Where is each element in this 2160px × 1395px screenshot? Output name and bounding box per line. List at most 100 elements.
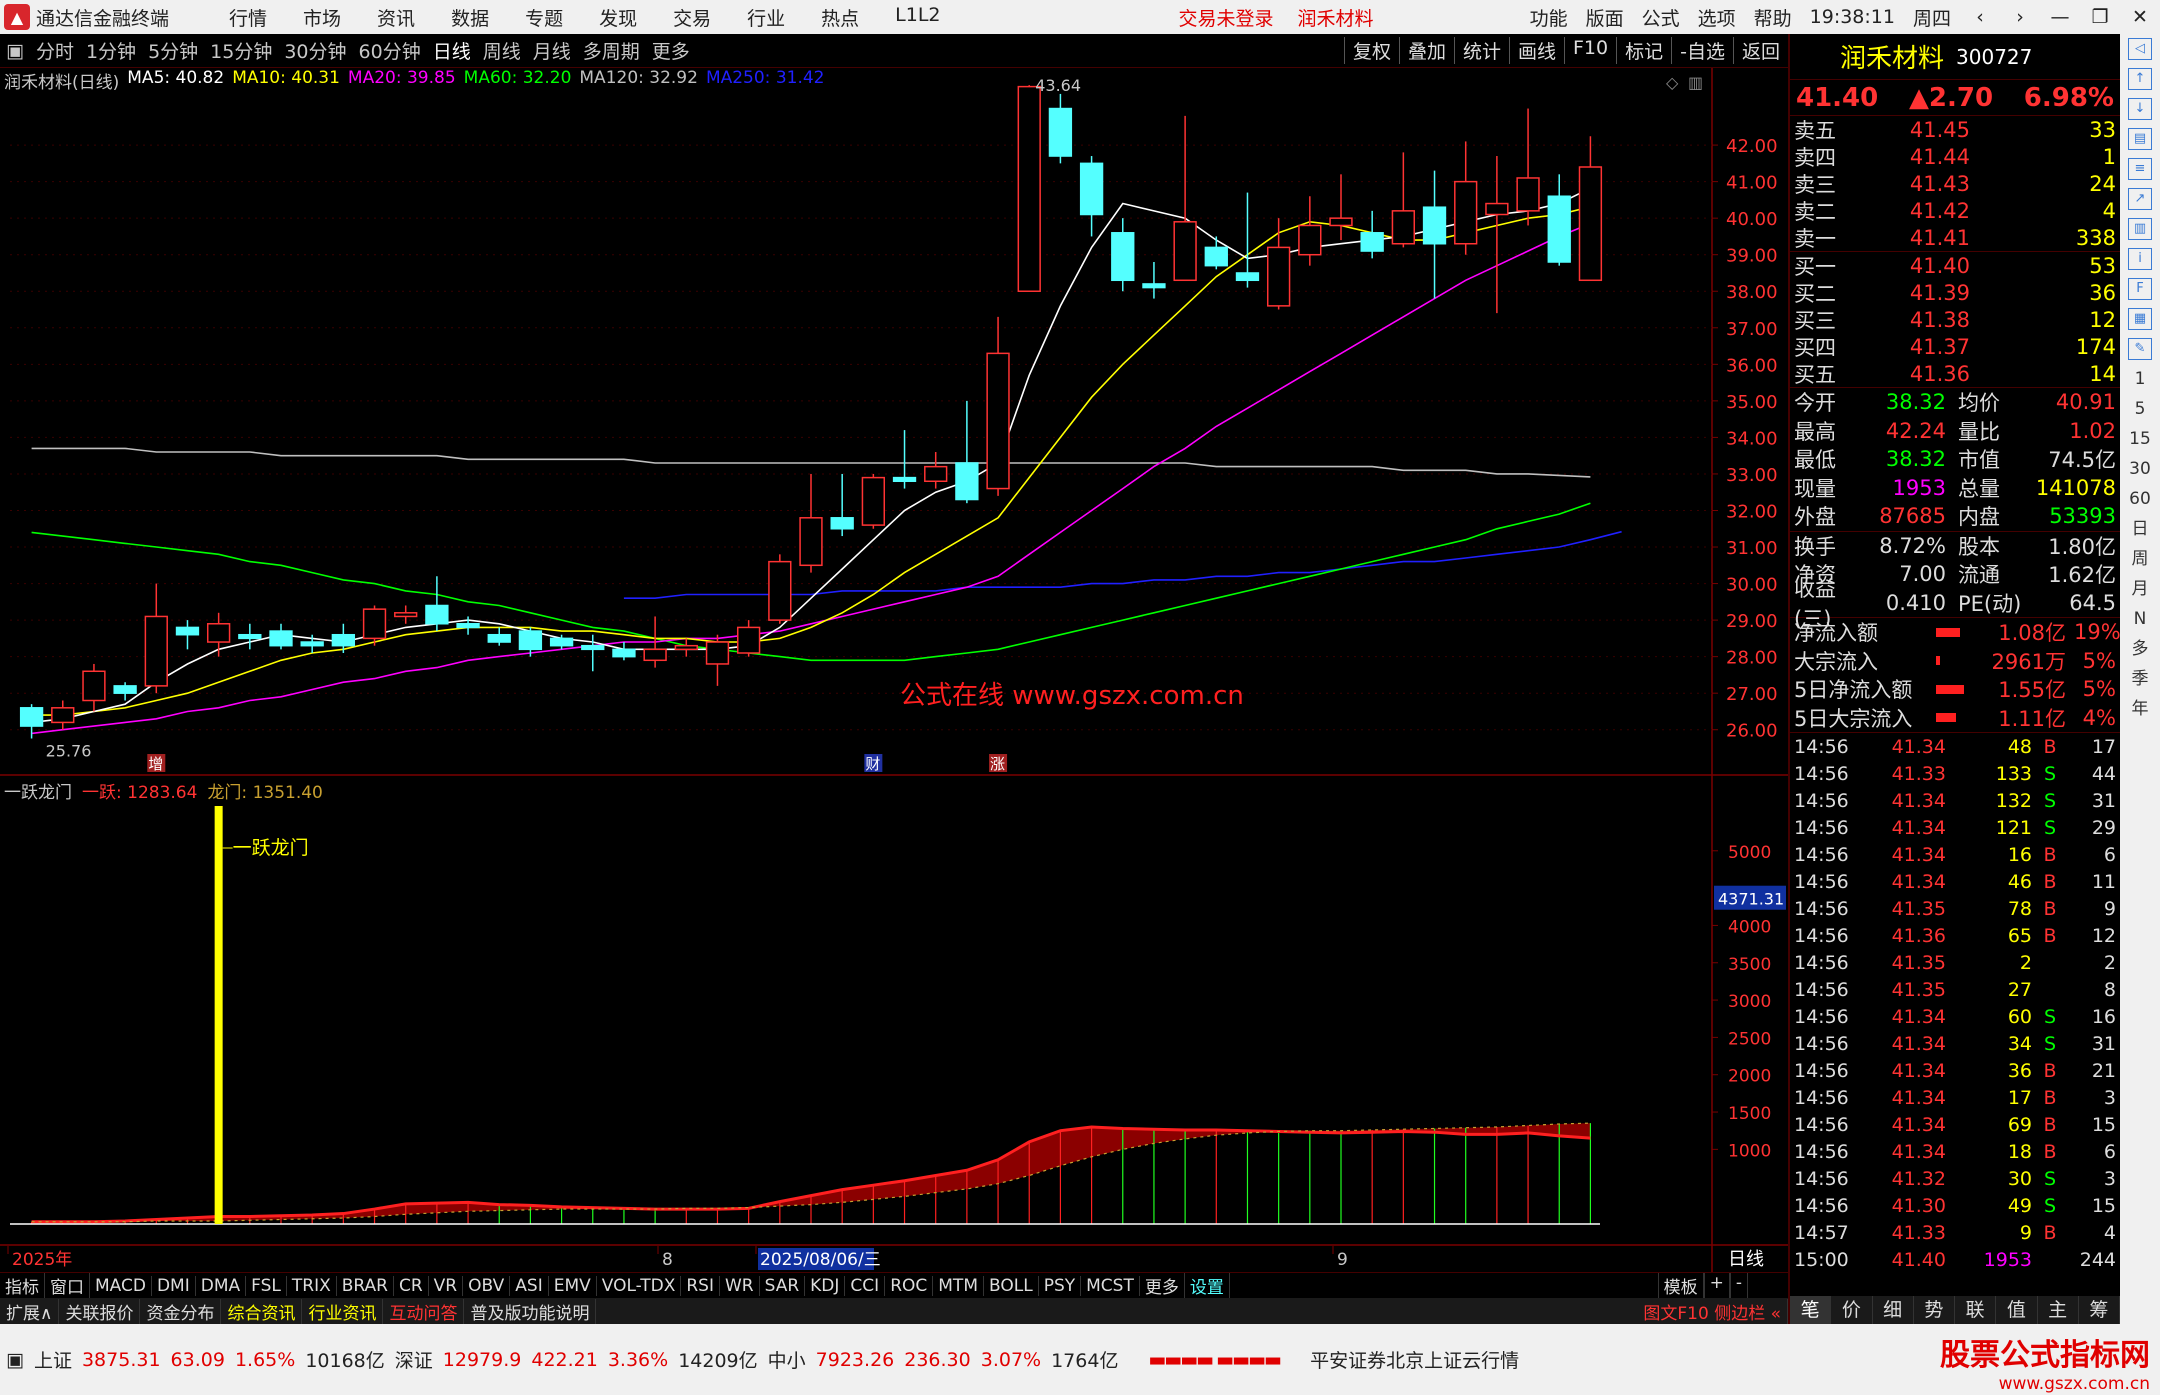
sz-index-name[interactable]: 深证: [395, 1346, 433, 1373]
candle-body[interactable]: [1516, 177, 1540, 212]
indicator-tab-25[interactable]: 设置: [1185, 1273, 1230, 1298]
tick-row[interactable]: 14:56 41.34 17 B 3: [1790, 1084, 2120, 1111]
chart-icon[interactable]: ▤: [2128, 128, 2152, 150]
tick-row[interactable]: 14:56 41.34 46 B 11: [1790, 868, 2120, 895]
right-menu-item-2[interactable]: 公式: [1633, 4, 1689, 31]
sidebar-period-2[interactable]: 15: [2120, 424, 2160, 454]
layout-toggle-icon[interactable]: ▣: [0, 40, 30, 62]
ask-row[interactable]: 卖五 41.45 33: [1790, 116, 2120, 143]
sidebar-period-5[interactable]: 日: [2120, 514, 2160, 544]
period-7[interactable]: 周线: [477, 37, 527, 64]
indicator-tab-1[interactable]: 窗口: [45, 1273, 90, 1298]
quote-tab-6[interactable]: 主: [2038, 1296, 2079, 1324]
ext-tab-5[interactable]: 互动问答: [383, 1298, 465, 1324]
tick-row[interactable]: 15:00 41.40 1953 244: [1790, 1246, 2120, 1273]
period-8[interactable]: 月线: [527, 37, 577, 64]
menu-item-5[interactable]: 发现: [581, 4, 655, 31]
tick-row[interactable]: 14:56 41.34 60 S 16: [1790, 1003, 2120, 1030]
quote-tab-7[interactable]: 筹: [2079, 1296, 2120, 1324]
info-icon[interactable]: i: [2128, 248, 2152, 270]
ask-row[interactable]: 卖二 41.42 4: [1790, 197, 2120, 224]
sidebar-period-10[interactable]: 季: [2120, 664, 2160, 694]
indicator-tab-21[interactable]: BOLL: [984, 1275, 1039, 1296]
sidebar-period-3[interactable]: 30: [2120, 454, 2160, 484]
grid-icon[interactable]: ▦: [2128, 308, 2152, 330]
close-icon[interactable]: ✕: [2120, 6, 2160, 28]
candle-body[interactable]: [892, 476, 917, 483]
panel-icon[interactable]: ▥: [1688, 73, 1703, 92]
candle-body[interactable]: [518, 630, 543, 651]
candle-body[interactable]: [1485, 202, 1509, 216]
period-9[interactable]: 多周期: [577, 37, 646, 64]
tool-6[interactable]: -自选: [1671, 37, 1733, 64]
indicator-tab-12[interactable]: EMV: [549, 1275, 597, 1296]
candle-body[interactable]: [768, 560, 792, 621]
period-5[interactable]: 60分钟: [353, 37, 427, 64]
indicator-tab-16[interactable]: SAR: [760, 1275, 806, 1296]
candle-body[interactable]: [799, 517, 823, 567]
ext-tab-0[interactable]: 扩展∧: [0, 1298, 60, 1324]
candle-body[interactable]: [549, 637, 574, 647]
ask-row[interactable]: 卖一 41.41 338: [1790, 224, 2120, 251]
indicator-tab-8[interactable]: CR: [394, 1275, 429, 1296]
candle-body[interactable]: [82, 670, 106, 702]
tool-1[interactable]: 叠加: [1398, 37, 1454, 64]
menu-item-8[interactable]: 热点: [803, 4, 877, 31]
tick-row[interactable]: 14:57 41.33 9 B 4: [1790, 1219, 2120, 1246]
candle-body[interactable]: [1422, 206, 1447, 245]
indicator-tab-22[interactable]: PSY: [1039, 1275, 1082, 1296]
bid-row[interactable]: 买三 41.38 12: [1790, 306, 2120, 333]
candle-body[interactable]: [1111, 232, 1135, 282]
candle-body[interactable]: [362, 608, 387, 640]
menu-item-3[interactable]: 数据: [433, 4, 507, 31]
menu-item-6[interactable]: 交易: [655, 4, 729, 31]
indicator-tab-24[interactable]: 更多: [1140, 1273, 1185, 1298]
candle-body[interactable]: [830, 517, 854, 530]
candle-body[interactable]: [1017, 85, 1041, 292]
candle-body[interactable]: [674, 644, 698, 651]
pen-icon[interactable]: ✎: [2128, 338, 2152, 360]
tick-row[interactable]: 14:56 41.34 16 B 6: [1790, 841, 2120, 868]
sidebar-period-8[interactable]: N: [2120, 604, 2160, 634]
candle-body[interactable]: [394, 612, 418, 618]
candle-body[interactable]: [736, 626, 761, 654]
sidebar-period-4[interactable]: 60: [2120, 484, 2160, 514]
candle-body[interactable]: [456, 623, 480, 629]
tick-row[interactable]: 14:56 41.34 69 B 15: [1790, 1111, 2120, 1138]
indicator-chart[interactable]: 5000 4000 3500 3000 2500 2000 1500 1000 4371.31 一…: [0, 776, 1788, 1246]
restore-icon[interactable]: ❐: [2080, 6, 2120, 28]
period-0[interactable]: 分时: [30, 37, 80, 64]
f10-icon[interactable]: F: [2128, 278, 2152, 300]
candle-body[interactable]: [1235, 272, 1260, 282]
sidebar-period-1[interactable]: 5: [2120, 394, 2160, 424]
trend-icon[interactable]: ↗: [2128, 188, 2152, 210]
indicator-tab-11[interactable]: ASI: [510, 1275, 549, 1296]
indicator-tab-7[interactable]: BRAR: [337, 1275, 394, 1296]
zx-index-name[interactable]: 中小: [768, 1346, 806, 1373]
quote-tab-5[interactable]: 值: [1996, 1296, 2038, 1324]
broker-name[interactable]: 平安证券北京上证云行情: [1310, 1346, 1519, 1373]
quote-tab-0[interactable]: 笔: [1790, 1296, 1832, 1324]
menu-item-7[interactable]: 行业: [729, 4, 803, 31]
kline-chart[interactable]: 42.00 41.00 40.00 39.00 38.00 37.00 36.00 35.00…: [0, 68, 1788, 776]
indicator-tab-3[interactable]: DMI: [152, 1275, 196, 1296]
bid-row[interactable]: 买五 41.36 14: [1790, 360, 2120, 387]
login-status[interactable]: 交易未登录: [1179, 4, 1274, 31]
candle-body[interactable]: [175, 626, 200, 636]
candle-body[interactable]: [51, 707, 75, 724]
sidebar-period-11[interactable]: 年: [2120, 694, 2160, 724]
indicator-tab-23[interactable]: MCST: [1081, 1275, 1140, 1296]
indicator-tab-4[interactable]: DMA: [196, 1275, 247, 1296]
template-tab-2[interactable]: -: [1729, 1273, 1748, 1298]
candle-body[interactable]: [206, 623, 231, 643]
ext-tab-3[interactable]: 综合资讯: [221, 1298, 303, 1324]
indicator-tab-19[interactable]: ROC: [885, 1275, 934, 1296]
tick-row[interactable]: 14:56 41.32 30 S 3: [1790, 1165, 2120, 1192]
candle-body[interactable]: [643, 648, 667, 662]
candle-body[interactable]: [1266, 246, 1291, 307]
tick-row[interactable]: 14:56 41.34 48 B 17: [1790, 733, 2120, 760]
bid-row[interactable]: 买二 41.39 36: [1790, 279, 2120, 306]
bid-row[interactable]: 买四 41.37 174: [1790, 333, 2120, 360]
forward-arrow-icon[interactable]: ›: [2000, 6, 2040, 28]
tick-row[interactable]: 14:56 41.36 65 B 12: [1790, 922, 2120, 949]
